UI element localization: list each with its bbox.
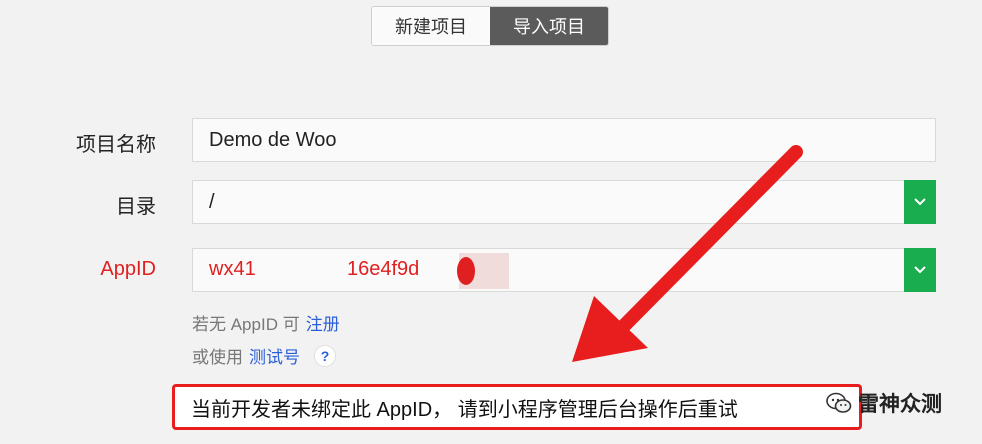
help-icon[interactable]: ?	[314, 344, 336, 367]
redaction-dot	[457, 257, 475, 285]
error-alert: 当前开发者未绑定此 AppID， 请到小程序管理后台操作后重试	[172, 384, 862, 430]
register-link[interactable]: 注册	[306, 310, 340, 335]
project-name-label: 项目名称	[76, 134, 156, 156]
directory-value: /	[209, 190, 215, 213]
directory-label: 目录	[116, 196, 156, 218]
directory-select[interactable]: /	[192, 180, 936, 224]
no-appid-hint: 若无 AppID 可 注册	[192, 310, 340, 335]
appid-value-start: wx41	[209, 258, 256, 280]
test-account-hint: 或使用 测试号 ?	[192, 343, 336, 368]
chevron-down-icon	[914, 266, 926, 274]
project-name-value: Demo de Woo	[209, 128, 337, 151]
project-mode-tabs: 新建项目 导入项目	[371, 6, 609, 46]
error-message: 当前开发者未绑定此 AppID， 请到小程序管理后台操作后重试	[191, 398, 738, 421]
watermark: 雷神众测	[826, 388, 942, 418]
no-appid-text: 若无 AppID 可	[192, 315, 300, 334]
directory-dropdown-button[interactable]	[904, 180, 936, 224]
chevron-down-icon	[914, 198, 926, 206]
watermark-text: 雷神众测	[858, 393, 942, 416]
or-use-text: 或使用	[192, 348, 243, 367]
appid-label: AppID	[100, 258, 156, 280]
appid-value-end: 16e4f9d	[347, 258, 420, 280]
wechat-icon	[826, 392, 852, 413]
appid-select[interactable]: wx41 16e4f9d	[192, 248, 936, 292]
tab-new-project[interactable]: 新建项目	[372, 7, 490, 45]
tab-import-project[interactable]: 导入项目	[490, 7, 608, 45]
project-name-input[interactable]: Demo de Woo	[192, 118, 936, 162]
test-account-link[interactable]: 测试号	[249, 343, 300, 368]
appid-dropdown-button[interactable]	[904, 248, 936, 292]
